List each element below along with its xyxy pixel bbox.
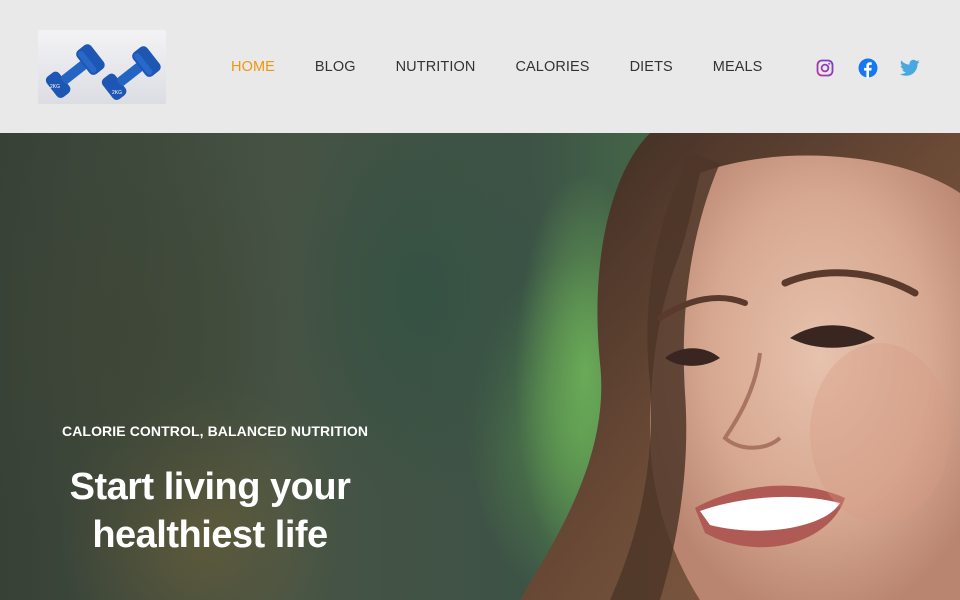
nav-item-blog[interactable]: BLOG xyxy=(315,59,356,75)
svg-text:2KG: 2KG xyxy=(50,84,60,90)
nav-item-calories[interactable]: CALORIES xyxy=(515,59,589,75)
svg-text:2KG: 2KG xyxy=(112,90,122,96)
nav-item-diets[interactable]: DIETS xyxy=(630,59,673,75)
main-nav: HOME BLOG NUTRITION CALORIES DIETS MEALS xyxy=(231,57,802,77)
twitter-icon[interactable] xyxy=(899,57,921,79)
site-logo[interactable]: 2KG 2KG xyxy=(38,30,166,104)
facebook-icon[interactable] xyxy=(857,57,879,79)
nav-item-meals[interactable]: MEALS xyxy=(713,59,763,75)
hero-banner: CALORIE CONTROL, BALANCED NUTRITION Star… xyxy=(0,133,960,600)
hero-headline: Start living your healthiest life xyxy=(69,466,351,556)
site-header: 2KG 2KG HOME BLOG NUTRITION CALORIES DIE… xyxy=(0,0,960,133)
nav-item-home[interactable]: HOME xyxy=(231,59,275,75)
instagram-icon[interactable] xyxy=(814,57,836,79)
nav-item-nutrition[interactable]: NUTRITION xyxy=(396,59,476,75)
hero-tagline: CALORIE CONTROL, BALANCED NUTRITION xyxy=(62,423,369,439)
dumbbells-logo-icon: 2KG 2KG xyxy=(45,44,161,100)
